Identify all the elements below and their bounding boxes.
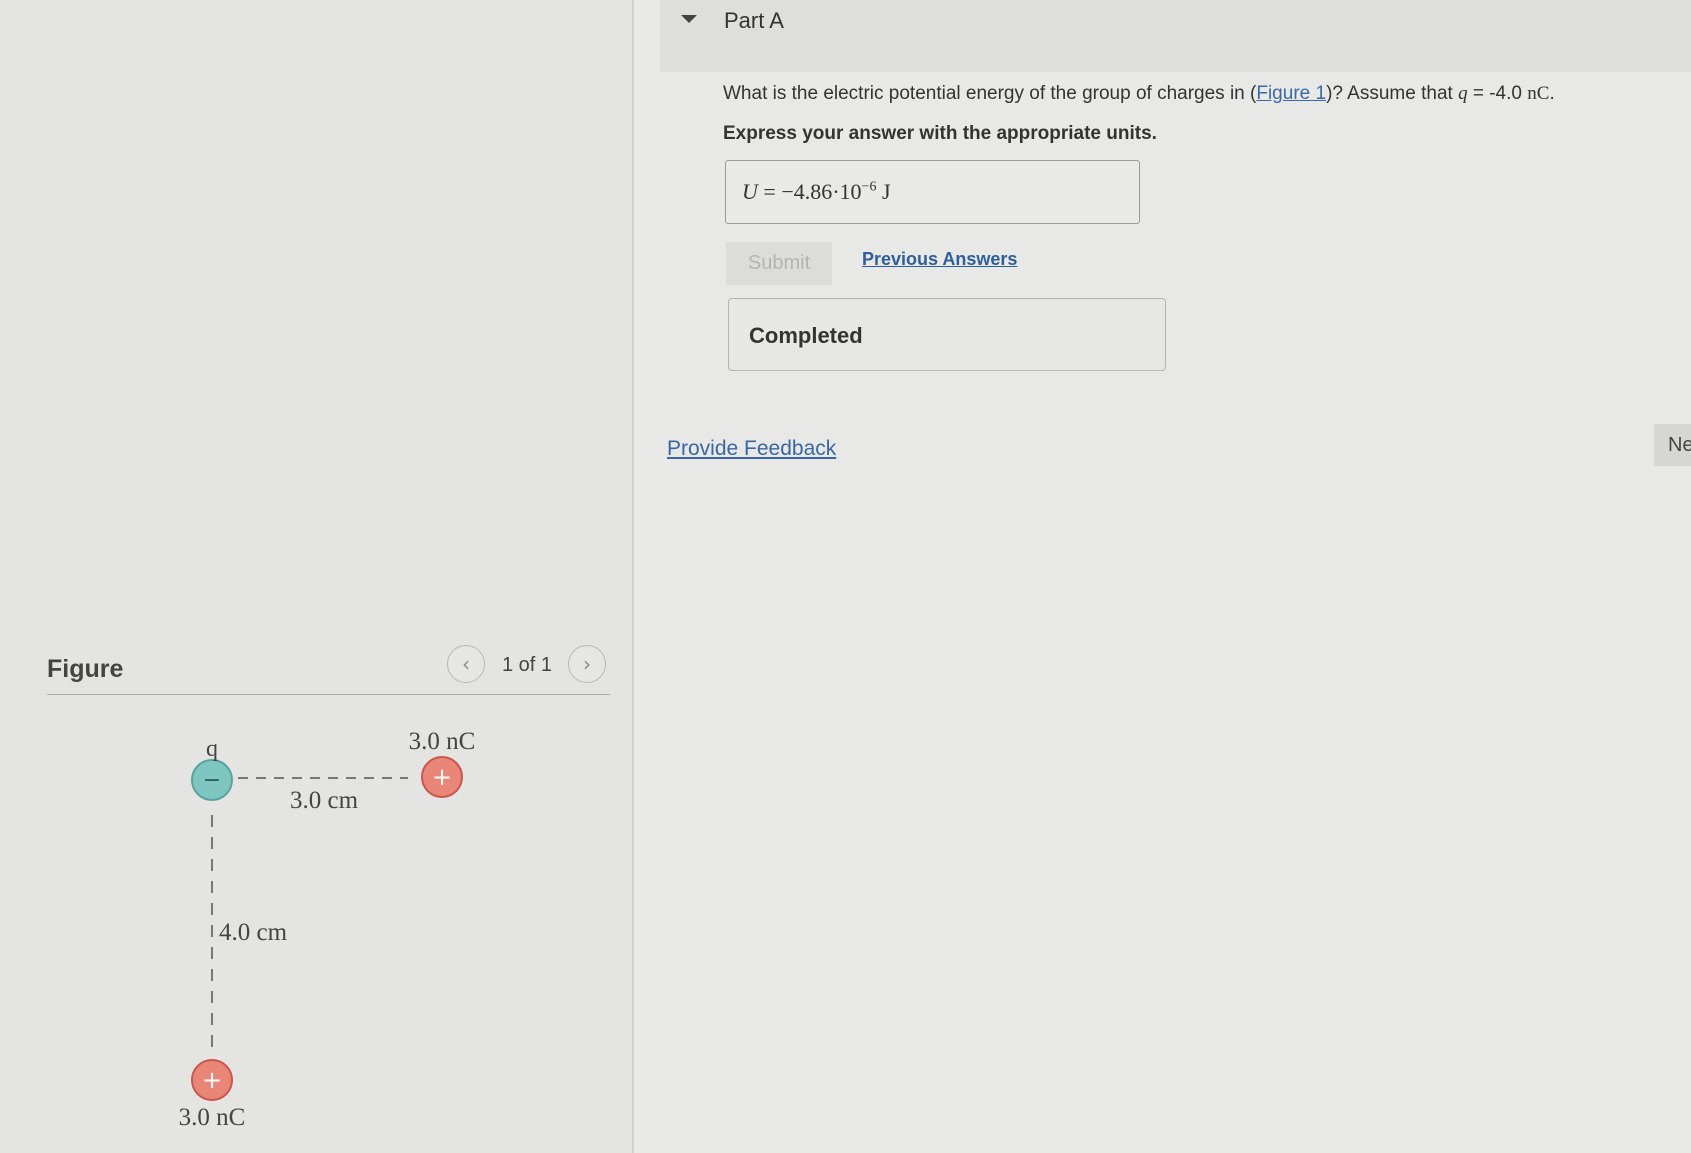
answer-mantissa: −4.86·10 (781, 179, 862, 204)
question-text-middle: )? Assume that (1326, 83, 1459, 104)
question-end: . (1549, 83, 1555, 104)
provide-feedback-link[interactable]: Provide Feedback (667, 437, 836, 461)
question-text: What is the electric potential energy of… (723, 83, 1555, 105)
answer-equals: = (757, 179, 782, 204)
positive-sign-icon: + (432, 763, 452, 791)
question-unit: nC (1527, 83, 1550, 104)
question-value: = -4.0 (1467, 83, 1528, 104)
charge-right-label: 3.0 nC (409, 728, 476, 755)
answer-box[interactable]: U = −4.86·10−6 J (725, 160, 1140, 224)
answer-exponent: −6 (861, 179, 877, 195)
part-header[interactable] (660, 0, 1691, 72)
charge-bottom-label: 3.0 nC (179, 1104, 246, 1131)
negative-sign-icon: − (203, 768, 221, 793)
charge-q-label: q (206, 736, 218, 762)
part-title[interactable]: Part A (724, 8, 784, 34)
answer-unit: J (876, 179, 891, 204)
vertical-distance-label: 4.0 cm (219, 919, 288, 946)
question-variable: q (1458, 83, 1468, 104)
next-button[interactable]: Ne (1654, 424, 1691, 466)
previous-answers-link[interactable]: Previous Answers (862, 249, 1017, 270)
figure-link[interactable]: Figure 1 (1256, 83, 1326, 104)
positive-sign-icon: + (202, 1066, 222, 1094)
collapse-caret-icon[interactable] (681, 15, 697, 23)
status-text: Completed (749, 323, 863, 348)
instruction-text: Express your answer with the appropriate… (723, 123, 1157, 144)
answer-lhs: U (742, 179, 758, 204)
submit-button[interactable]: Submit (726, 242, 832, 285)
charge-diagram: − + + q 3.0 nC 3.0 nC 3.0 cm 4.0 cm (179, 728, 476, 1131)
question-text-start: What is the electric potential energy of… (723, 83, 1257, 104)
horizontal-distance-label: 3.0 cm (290, 787, 359, 814)
status-box: Completed (728, 298, 1166, 371)
answer-value: U = −4.86·10−6 J (742, 179, 891, 205)
